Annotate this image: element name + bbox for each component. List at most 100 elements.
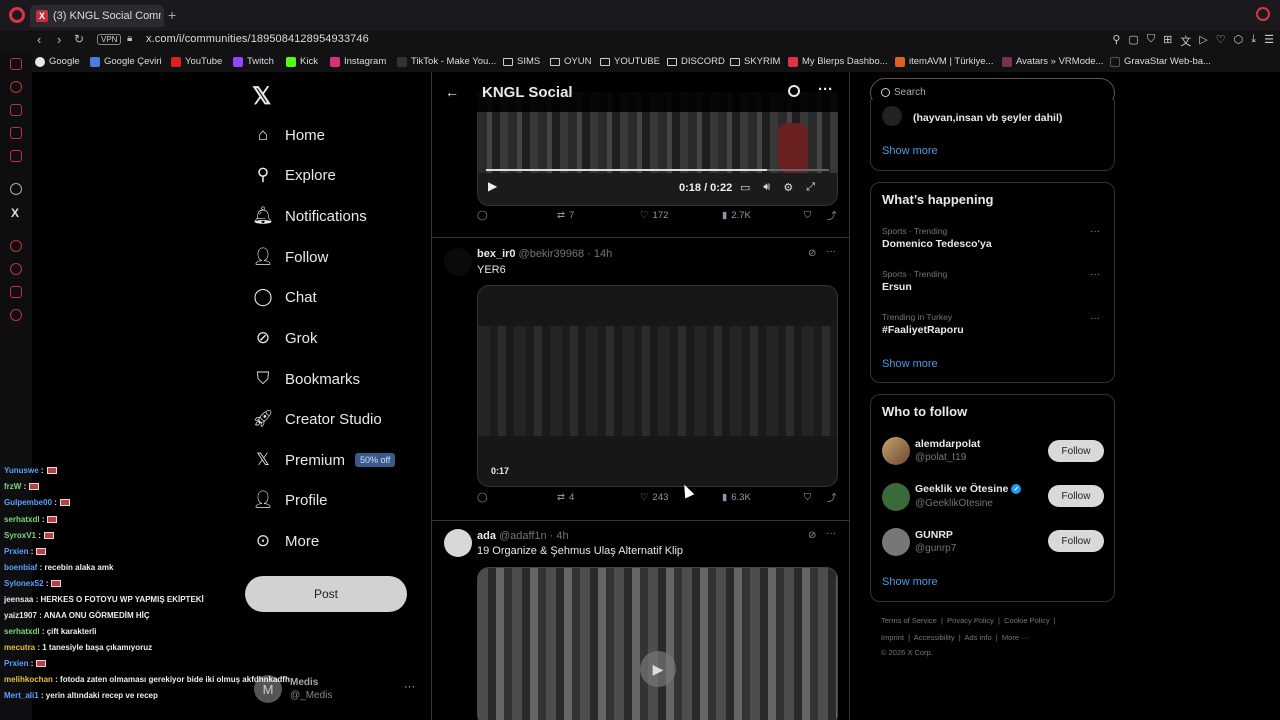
new-tab-button[interactable]: + [168, 7, 176, 23]
more-icon[interactable]: ··· [1090, 313, 1100, 324]
grok-icon[interactable]: ⊘ [808, 530, 816, 541]
trend-name[interactable]: #FaaliyetRaporu [882, 324, 964, 336]
captions-icon[interactable]: ▭ [740, 181, 750, 194]
bookmark-folder-discord[interactable]: DISCORD [667, 56, 725, 67]
bag-icon[interactable] [10, 104, 22, 116]
share-icon[interactable]: ⤴ [827, 490, 837, 504]
bookmark-blerps[interactable]: My Blerps Dashbo... [788, 56, 888, 67]
nav-profile[interactable]: 👤︎ Profile [252, 486, 327, 514]
lock-icon[interactable]: 🔒︎ [127, 33, 132, 44]
follow-suggestion-name[interactable]: Geeklik ve Ötesine ✓ [915, 483, 1022, 495]
show-more-link[interactable]: Show more [882, 145, 938, 157]
video-player[interactable]: 0:17 [477, 285, 838, 487]
browser-tab-active[interactable]: X (3) KNGL Social Communi [30, 5, 164, 27]
history-icon[interactable] [10, 263, 22, 275]
bookmark-folder-sims[interactable]: SIMS [503, 56, 540, 67]
footer-link[interactable]: Cookie Policy [1004, 616, 1049, 625]
community-search-icon[interactable] [788, 85, 800, 97]
back-arrow-icon[interactable]: ← [445, 84, 459, 100]
bookmark-google-translate[interactable]: Google Çeviri [90, 56, 162, 67]
video-progress-bar[interactable] [486, 169, 829, 171]
download-icon[interactable]: ⤓ [1251, 33, 1256, 49]
extension-icon[interactable]: ⊞ [1163, 33, 1172, 49]
follow-suggestion-name[interactable]: alemdarpolat [915, 438, 980, 450]
settings-icon[interactable] [10, 309, 22, 321]
nav-bookmarks[interactable]: ⛉ Bookmarks [252, 365, 360, 393]
reply-icon[interactable]: ◯ [477, 492, 488, 503]
opera-logo-icon[interactable] [9, 7, 25, 23]
footer-link[interactable]: Imprint [881, 633, 904, 642]
url-field[interactable]: x.com/i/communities/1895084128954933746 [146, 33, 369, 45]
bookmark-google[interactable]: Google [35, 56, 80, 67]
x-logo-icon[interactable]: 𝕏 [252, 82, 271, 111]
show-more-link[interactable]: Show more [882, 576, 938, 588]
play-icon[interactable]: ▶ [640, 651, 676, 687]
bookmark-icon[interactable]: ⛉ [804, 210, 811, 221]
bookmark-folder-youtube[interactable]: YOUTUBE [600, 56, 660, 67]
bookmark-gravastar[interactable]: GravaStar Web-ba... [1110, 56, 1211, 67]
back-icon[interactable]: ‹ [37, 32, 41, 47]
follow-button[interactable]: Follow [1048, 440, 1104, 462]
trend-name[interactable]: Domenico Tedesco'ya [882, 238, 992, 250]
tab-search-icon[interactable] [1256, 7, 1270, 21]
nav-follow[interactable]: 👤︎ Follow [252, 243, 328, 271]
post-button[interactable]: Post [245, 576, 407, 612]
views-button[interactable]: ▮ 2.7K [722, 210, 751, 221]
share-icon[interactable]: ⤴ [827, 208, 837, 222]
bookmark-vrmodels[interactable]: Avatars » VRMode... [1002, 56, 1103, 67]
shield-icon[interactable]: ⛉ [1147, 33, 1155, 49]
tweet-author[interactable]: bex_ir0 @bekir39968 · 14h [477, 248, 612, 260]
tweet-author[interactable]: ada @adaff1n · 4h [477, 530, 569, 542]
grok-icon[interactable]: ⊘ [808, 248, 816, 259]
menu-icon[interactable]: ☰ [1264, 33, 1274, 49]
follow-button[interactable]: Follow [1048, 485, 1104, 507]
refresh-icon[interactable] [10, 81, 22, 93]
reload-icon[interactable]: ↻ [74, 32, 84, 46]
bookmark-instagram[interactable]: Instagram [330, 56, 386, 67]
nav-grok[interactable]: ⊘ Grok [252, 324, 318, 352]
reply-icon[interactable]: ◯ [477, 210, 488, 221]
footer-link[interactable]: More ··· [1002, 633, 1029, 642]
video-player[interactable]: ▶ [477, 567, 838, 720]
like-button[interactable]: ♡ 172 [640, 210, 668, 221]
player-icon[interactable] [10, 240, 22, 252]
avatar[interactable] [444, 248, 472, 276]
bookmark-folder-oyun[interactable]: OYUN [550, 56, 591, 67]
more-icon[interactable]: ··· [1090, 269, 1100, 280]
bookmark-twitch[interactable]: Twitch [233, 56, 274, 67]
vpn-badge[interactable]: VPN [97, 34, 122, 45]
play-icon[interactable]: ▶ [488, 179, 497, 193]
play-icon[interactable]: ▷ [1199, 33, 1207, 49]
repost-button[interactable]: ⇄ 7 [557, 210, 574, 221]
like-button[interactable]: ♡ 243 [640, 492, 668, 503]
nav-notifications[interactable]: 🔔︎ Notifications [252, 202, 367, 230]
nav-explore[interactable]: ⚲ Explore [252, 161, 336, 189]
avatar[interactable] [444, 529, 472, 557]
nav-creator-studio[interactable]: 🚀︎ Creator Studio [252, 405, 382, 433]
footer-link[interactable]: Privacy Policy [947, 616, 994, 625]
avatar[interactable] [882, 528, 910, 556]
avatar[interactable] [882, 437, 910, 465]
views-button[interactable]: ▮ 6.3K [722, 492, 751, 503]
pin-icon[interactable]: ⚲ [1112, 33, 1120, 49]
chatgpt-icon[interactable] [10, 183, 22, 195]
show-more-link[interactable]: Show more [882, 358, 938, 370]
message-icon[interactable] [10, 150, 22, 162]
bookmark-icon[interactable]: ⛉ [804, 492, 811, 503]
more-icon[interactable]: ··· [826, 528, 836, 539]
twitch-side-icon[interactable] [10, 127, 22, 139]
fullscreen-icon[interactable]: ⤢ [806, 181, 815, 194]
cube-side-icon[interactable] [10, 286, 22, 298]
account-name[interactable]: Medis [290, 677, 318, 688]
nav-more[interactable]: ⊙ More [252, 527, 319, 555]
bookmark-youtube[interactable]: YouTube [171, 56, 222, 67]
nav-home[interactable]: ⌂ Home [252, 121, 325, 149]
repost-button[interactable]: ⇄ 4 [557, 492, 574, 503]
footer-link[interactable]: Terms of Service [881, 616, 937, 625]
more-icon[interactable]: ··· [826, 246, 836, 257]
bookmark-itemavm[interactable]: itemAVM | Türkiye... [895, 56, 993, 67]
avatar[interactable] [882, 483, 910, 511]
bookmark-tiktok[interactable]: TikTok - Make You... [397, 56, 496, 67]
follow-button[interactable]: Follow [1048, 530, 1104, 552]
x-side-icon[interactable]: X [11, 206, 23, 220]
